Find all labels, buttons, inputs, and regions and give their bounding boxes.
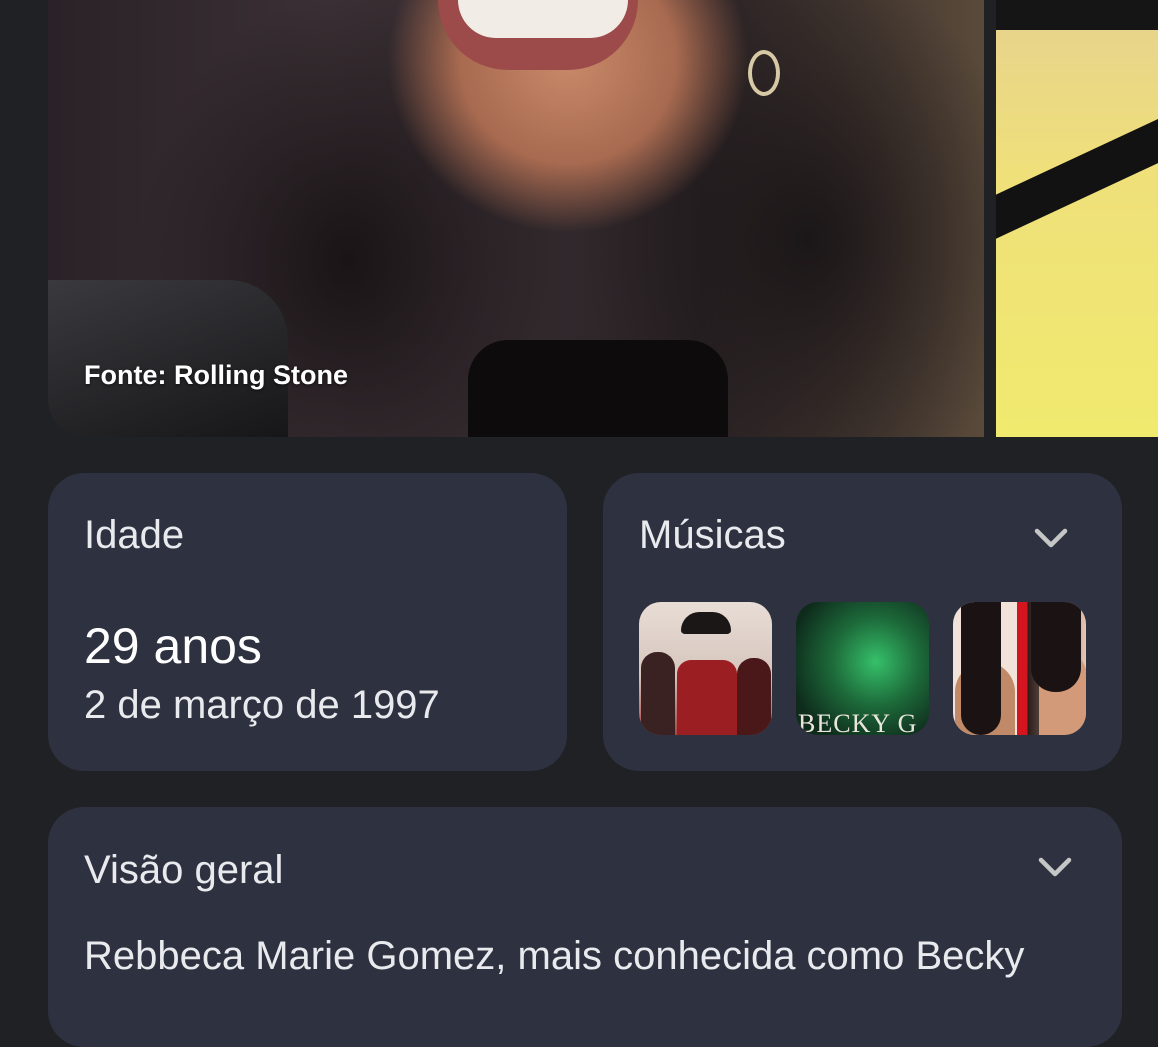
age-card[interactable]: Idade 29 anos 2 de março de 1997 [48, 473, 567, 771]
overview-title: Visão geral [84, 848, 284, 892]
chevron-down-icon[interactable] [1035, 847, 1075, 887]
thumb-hair [961, 602, 1001, 735]
album-cover-text: BECKY G [798, 709, 918, 735]
hero-image[interactable]: Fonte: Rolling Stone [48, 0, 984, 437]
next-hero-image[interactable] [996, 0, 1158, 437]
song-thumbnail-3[interactable] [953, 602, 1086, 735]
song-thumbnail-2[interactable]: BECKY G [796, 602, 929, 735]
photo-teeth [458, 0, 628, 38]
thumb-figure [641, 652, 675, 735]
songs-title: Músicas [639, 513, 786, 557]
overview-card[interactable]: Visão geral Rebbeca Marie Gomez, mais co… [48, 807, 1122, 1047]
photo-band [996, 92, 1158, 248]
chevron-down-icon[interactable] [1031, 518, 1071, 558]
thumb-figure [737, 658, 771, 735]
song-thumbnail-1[interactable] [639, 602, 772, 735]
overview-description: Rebbeca Marie Gomez, mais conhecida como… [84, 934, 1025, 978]
photo-shirt [468, 340, 728, 437]
image-source-caption: Fonte: Rolling Stone [84, 360, 348, 390]
birth-date: 2 de março de 1997 [84, 683, 440, 727]
thumb-hair [1031, 602, 1081, 692]
thumb-hat [681, 612, 731, 634]
photo-band [996, 0, 1158, 30]
photo-earring [748, 50, 780, 96]
photo-jacket [48, 280, 288, 437]
age-value: 29 anos [84, 618, 262, 674]
thumb-figure [677, 660, 737, 735]
songs-card[interactable]: Músicas BECKY G [603, 473, 1122, 771]
age-title: Idade [84, 513, 185, 557]
